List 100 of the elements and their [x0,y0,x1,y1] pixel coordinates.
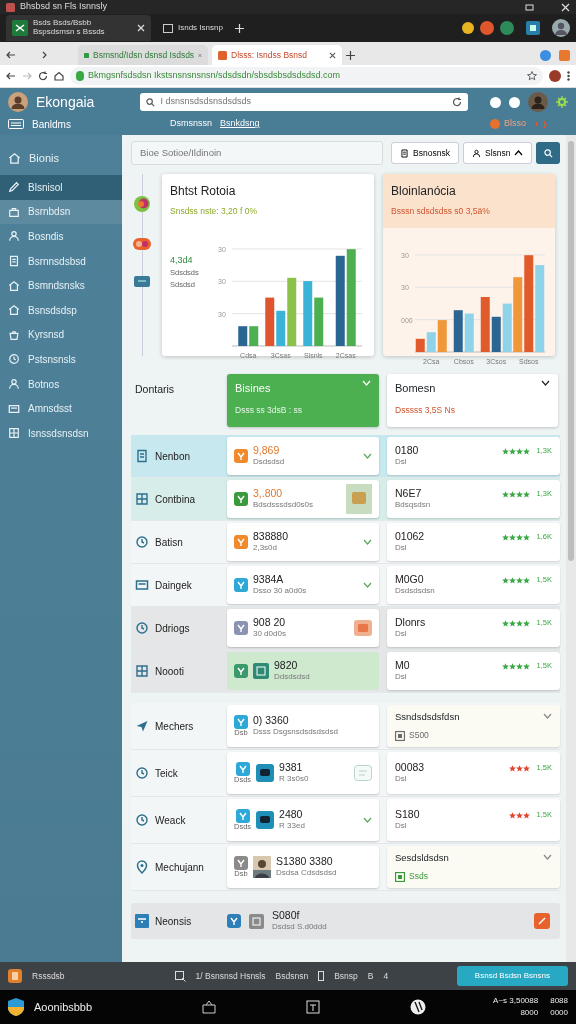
page-number: B [367,969,374,983]
detail-subtitle: Dsl [395,671,408,684]
search-field[interactable]: I dsnsnsdsdsnsdsdsds [140,93,469,111]
star-icon[interactable] [527,71,537,81]
sidebar-item[interactable]: Pstsnsnsls [0,347,122,372]
app-icon[interactable] [410,999,427,1015]
sidebar-item[interactable]: Bosndis [0,224,122,249]
sidebar-item[interactable]: Bsnsdsdsp [0,297,122,323]
search-button[interactable] [536,142,560,164]
item-card[interactable]: 9384A Dsso 30 a0d0s [227,566,379,604]
browser-tab[interactable]: Dlsss: Isndss Bsnsd [212,45,342,65]
bag-icon[interactable] [202,1000,217,1014]
row-label: Nenbon [155,449,191,464]
item-card[interactable]: 9,869 Dsdsdsd [227,437,379,475]
edit-icon[interactable] [534,913,550,929]
house-icon [8,151,21,165]
app-name: Ekongaia [36,92,95,112]
close-icon[interactable] [329,51,336,59]
detail-title: 01062 [395,529,426,543]
maximize-icon[interactable] [525,2,534,12]
filter-field[interactable]: Bioe Sotioe/Ildinoin [131,141,384,165]
item-card[interactable]: 9820 Ddsdsdsd [227,652,379,690]
sidebar-heading[interactable]: Bionis [0,141,122,175]
item-value: 2480 [279,807,304,821]
browser-tab[interactable]: Isnds Isnsnp [157,15,229,41]
sidebar-item[interactable]: Blsnisol [0,175,122,200]
menu-icon[interactable] [567,71,570,81]
detail-title: 00083 [395,760,426,774]
detail-title: Ssndsdsdsfdsn [395,710,461,724]
settings-icon[interactable] [556,96,568,108]
avatar-icon[interactable] [552,19,570,37]
detail-title: M0G0 [395,572,425,586]
new-tab-icon[interactable] [346,51,355,60]
nav-link[interactable]: Dsmsnssn [170,117,212,131]
item-value: 9384A [253,572,285,586]
house-icon [8,304,20,317]
row-label: Contbina [155,492,196,507]
detail-title: Sesdsldsdsn [395,851,450,865]
detail-card[interactable]: Ssndsdsdsfdsn S500 [387,705,560,747]
sidebar-item[interactable]: Bsmndsnsks [0,273,122,298]
refresh-icon[interactable] [452,97,463,107]
chart-subtitle: Bsssn sdsdsdss s0 3,5ä% [391,205,491,218]
row-label: Teick [155,766,178,781]
back-icon[interactable] [6,71,16,81]
scrollbar-thumb[interactable] [568,141,574,561]
tab-title: Dlsss: Isndss Bsnsd [231,48,309,62]
send-icon [135,719,149,733]
item-subtitle: 30 d0d0s [253,628,287,641]
item-value: 3,.800 [253,486,284,500]
nav-link[interactable]: Bsnkdsng [220,117,260,131]
search-icon[interactable] [174,970,186,982]
site-icon [84,50,89,60]
status-crumb: Bsdsnsn [275,969,309,983]
reload-icon[interactable] [38,71,48,81]
keyboard-icon[interactable] [8,119,24,129]
chart-bar [464,313,474,352]
window-icon [163,23,173,33]
clock-text: 8000 [519,1007,539,1019]
window-icon[interactable] [306,1000,321,1014]
item-subtitle: Dsdsd S.d0ddd [272,921,327,934]
item-subtitle: Dsso 30 a0d0s [253,585,308,598]
column-title: Bomesn [395,381,436,396]
detail-card[interactable]: Sesdsldsdsn Ssds [387,846,560,888]
column-header[interactable]: Bomesn Dsssss 3,5S Ns [387,374,558,427]
chevron-down-icon [363,582,372,588]
avatar-icon[interactable] [528,92,548,112]
browser-tab[interactable]: Bsmsnd/Idsn dsnsd Isdsds [78,45,208,65]
sidebar-item[interactable]: Kyrsnsd [0,322,122,348]
avatar-icon[interactable] [8,92,28,112]
back-icon[interactable] [6,50,16,60]
row-label: Batisn [155,535,183,550]
list-icon [135,914,149,928]
item-value: S1380 3380 [276,854,334,868]
filter-input[interactable]: Bioe Sotioe/Ildinoin [140,145,375,161]
chevron-down-icon [362,380,371,386]
detail-subtitle: Dsl [395,628,408,641]
sidebar-item[interactable]: Amnsdsst [0,396,122,421]
grid-icon [135,664,149,678]
chart-bar [238,325,248,346]
item-card[interactable]: 838880 2,3s0d [227,523,379,561]
row-label: Ddriogs [155,621,190,636]
browser-tab[interactable]: Bsds Bsds/Bsbb Bspsdsmsn s Bssds [6,15,151,41]
shield-icon[interactable] [8,998,24,1016]
sidebar-item[interactable]: Botnos [0,371,122,397]
item-card[interactable]: 3,.800 Bdsdsssdsd0s0s [227,480,379,518]
status-icon [134,196,150,212]
page-icon [318,971,325,981]
sidebar-item[interactable]: Isnssdsnsdsn [0,420,122,446]
tab-subtitle: Bspsdsmsn s Bssds [33,28,105,37]
sidebar-item[interactable]: Bsrnnsdsbsd [0,248,122,274]
address-field[interactable]: Bkmgsnfsdsdsn Ikstsnsnsnsnsn/sdsdsdn/sbsdsbsdsdsdsd.com [70,67,543,85]
row-label: Noooti [155,664,184,679]
chart-title: Bhtst Rotoia [170,183,237,200]
toolbar-button[interactable]: Slsnsn [462,142,533,164]
toolbar-button[interactable]: Bsnosnsk [391,142,459,164]
url-text: Bkmgsnfsdsdsn Ikstsnsnsnsnsn/sdsdsdn/sbsdsbsdsdsdsd.com [88,69,342,83]
home-icon[interactable] [54,71,64,81]
item-subtitle: Ddsdsdsd [274,671,311,684]
item-card[interactable]: 908 20 30 d0d0s [227,609,379,647]
person-icon [8,378,20,391]
